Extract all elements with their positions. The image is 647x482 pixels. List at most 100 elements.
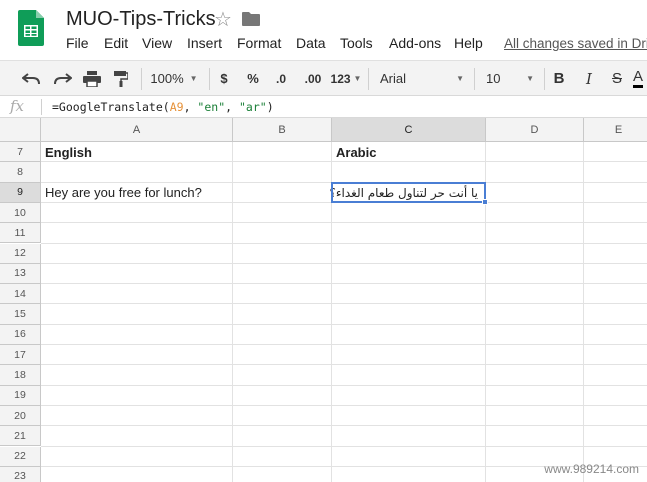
row-header-14[interactable]: 14 [0, 284, 41, 305]
currency-format-button[interactable]: $ [214, 61, 234, 96]
paint-format-icon[interactable] [110, 61, 132, 96]
active-cell-outline [331, 181, 486, 203]
increase-decimal-button[interactable]: .00 [298, 61, 328, 96]
row-gridline [41, 303, 647, 305]
column-header-e[interactable]: E [584, 118, 647, 142]
toolbar-divider [209, 68, 210, 90]
row-header-20[interactable]: 20 [0, 405, 41, 427]
menu-add-ons[interactable]: Add-ons [389, 35, 441, 51]
column-gridline [583, 142, 584, 482]
column-header-d[interactable]: D [486, 118, 584, 142]
formula-suffix: ) [266, 100, 274, 114]
redo-icon[interactable] [50, 61, 76, 96]
zoom-select[interactable]: 100% ▼ [146, 61, 202, 96]
row-gridline [41, 404, 647, 406]
row-header-12[interactable]: 12 [0, 243, 41, 264]
save-status-link[interactable]: All changes saved in Dri [504, 36, 647, 51]
formula-divider [41, 99, 42, 115]
font-size-select[interactable]: 10 ▼ [480, 61, 540, 96]
row-header-10[interactable]: 10 [0, 202, 41, 224]
print-icon[interactable] [80, 61, 104, 96]
spreadsheet-grid[interactable]: A B C D E 7 8 9 10 11 12 13 14 15 16 17 18 19 20 21 22 23 Engl… [0, 118, 647, 482]
text-color-button[interactable]: A [633, 61, 647, 96]
formula-prefix: =GoogleTranslate( [52, 100, 170, 114]
menu-tools[interactable]: Tools [340, 35, 373, 51]
row-header-15[interactable]: 15 [0, 304, 41, 325]
chevron-down-icon: ▼ [526, 74, 534, 83]
zoom-value: 100% [150, 71, 184, 86]
italic-button[interactable]: I [578, 61, 600, 96]
row-header-22[interactable]: 22 [0, 446, 41, 467]
fill-handle[interactable] [482, 198, 488, 205]
cell-a9[interactable]: Hey are you free for lunch? [41, 183, 233, 203]
row-header-21[interactable]: 21 [0, 426, 41, 447]
menu-help[interactable]: Help [454, 35, 483, 51]
increase-decimal-label: .00 [304, 71, 322, 86]
text-color-label: A [633, 69, 644, 88]
row-header-13[interactable]: 13 [0, 263, 41, 285]
menu-file[interactable]: File [66, 35, 89, 51]
folder-icon[interactable] [242, 12, 260, 26]
row-gridline [41, 384, 647, 386]
column-header-b[interactable]: B [233, 118, 332, 142]
formula-source-language: "en" [197, 100, 226, 114]
font-size-value: 10 [486, 71, 501, 86]
row-gridline [41, 425, 647, 427]
menu-format[interactable]: Format [237, 35, 281, 51]
menu-insert[interactable]: Insert [187, 35, 222, 51]
chevron-down-icon: ▼ [353, 74, 362, 83]
row-gridline [41, 344, 647, 345]
cell-c7[interactable]: Arabic [332, 142, 486, 162]
star-icon[interactable]: ☆ [214, 7, 232, 32]
formula-cell-reference: A9 [169, 100, 184, 114]
strikethrough-button[interactable]: S [606, 61, 628, 96]
font-family-value: Arial [380, 71, 407, 86]
row-gridline [41, 262, 647, 264]
percent-format-button[interactable]: % [242, 61, 264, 96]
column-header-c[interactable]: C [332, 118, 486, 142]
row-header-17[interactable]: 17 [0, 345, 41, 366]
cell-a7[interactable]: English [41, 142, 233, 162]
formula-separator: , [225, 100, 239, 114]
row-header-23[interactable]: 23 [0, 466, 41, 482]
menu-data[interactable]: Data [296, 35, 326, 51]
menu-view[interactable]: View [142, 35, 172, 51]
decrease-decimal-label: .0 [275, 71, 286, 86]
font-family-select[interactable]: Arial ▼ [374, 61, 470, 96]
row-header-18[interactable]: 18 [0, 365, 41, 386]
row-header-8[interactable]: 8 [0, 162, 41, 183]
row-header-19[interactable]: 19 [0, 385, 41, 406]
more-formats-select[interactable]: 123 ▼ [328, 61, 364, 96]
row-gridline [41, 242, 647, 244]
chevron-down-icon: ▼ [456, 74, 464, 83]
watermark-text: www.989214.com [544, 462, 639, 476]
toolbar-divider [368, 68, 369, 90]
formula-separator: , [183, 100, 198, 114]
row-gridline [41, 445, 647, 447]
bold-button[interactable]: B [548, 61, 570, 96]
fx-icon: fx [10, 97, 25, 115]
row-gridline [41, 283, 647, 285]
select-all-corner[interactable] [0, 118, 41, 142]
document-title[interactable]: MUO-Tips-Tricks [66, 8, 216, 31]
sheets-logo-icon[interactable] [18, 10, 44, 46]
chevron-down-icon: ▼ [189, 74, 198, 83]
row-gridline [41, 323, 647, 325]
toolbar: 100% ▼ $ % .0 .00 123 ▼ Arial ▼ 10 ▼ B I S A [0, 60, 647, 96]
formula-bar: fx =GoogleTranslate(A9, "en", "ar") [0, 96, 647, 118]
row-header-16[interactable]: 16 [0, 324, 41, 345]
row-header-7[interactable]: 7 [0, 142, 41, 163]
undo-icon[interactable] [18, 61, 44, 96]
decrease-decimal-button[interactable]: .0 [268, 61, 294, 96]
formula-input[interactable]: =GoogleTranslate(A9, "en", "ar") [52, 100, 274, 114]
menu-edit[interactable]: Edit [104, 35, 128, 51]
column-header-a[interactable]: A [41, 118, 233, 142]
row-header-11[interactable]: 11 [0, 223, 41, 244]
toolbar-divider [141, 68, 142, 90]
row-header-9[interactable]: 9 [0, 182, 41, 203]
toolbar-divider [474, 68, 475, 90]
toolbar-divider [544, 68, 545, 90]
title-bar: MUO-Tips-Tricks ☆ File Edit View Insert … [0, 0, 647, 60]
row-gridline [41, 364, 647, 366]
formula-target-language: "ar" [238, 100, 267, 114]
